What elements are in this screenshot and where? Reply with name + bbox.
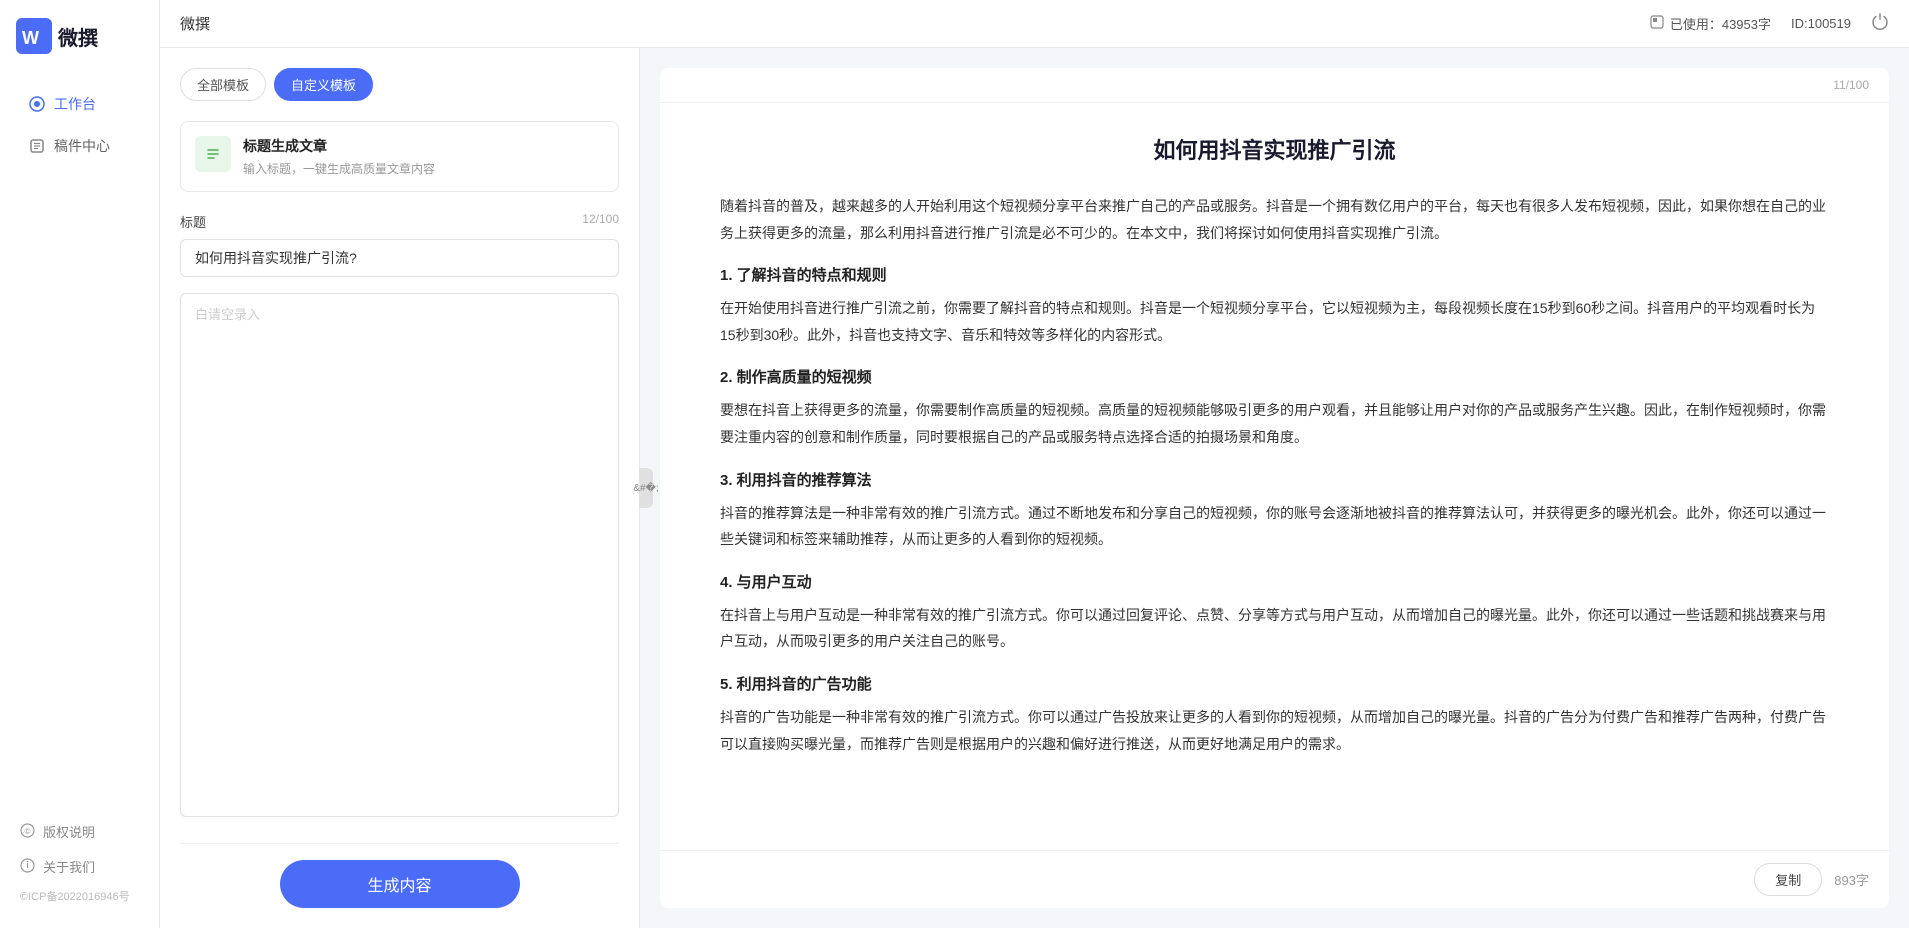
- page-indicator: 11/100: [1833, 78, 1869, 92]
- section-3-body: 抖音的推荐算法是一种非常有效的推广引流方式。通过不断地发布和分享自己的短视频，你…: [720, 500, 1829, 553]
- divider-line: [180, 843, 619, 844]
- usage-text: 已使用：43953字: [1670, 14, 1771, 33]
- header-title: 微撰: [180, 13, 210, 34]
- copy-button[interactable]: 复制: [1754, 863, 1822, 896]
- section-1-heading: 1. 了解抖音的特点和规则: [720, 264, 1829, 285]
- section-5-heading: 5. 利用抖音的广告功能: [720, 673, 1829, 694]
- sidebar: W 微撰 工作台 稿件中心: [0, 0, 160, 928]
- workbench-label: 工作台: [54, 94, 96, 114]
- usage-info: 已使用：43953字: [1650, 14, 1771, 33]
- right-panel: 11/100 如何用抖音实现推广引流 随着抖音的普及，越来越多的人开始利用这个短…: [640, 48, 1909, 928]
- collapse-handle[interactable]: &#�;: [639, 468, 653, 508]
- template-info: 标题生成文章 输入标题，一键生成高质量文章内容: [243, 136, 435, 177]
- about-item[interactable]: 关于我们: [0, 849, 159, 884]
- icp-text: ©ICP备2022016946号: [0, 884, 159, 908]
- svg-text:W: W: [22, 28, 39, 48]
- keywords-area[interactable]: 白请空录入: [180, 293, 619, 817]
- header-right: 已使用：43953字 ID:100519: [1650, 12, 1889, 35]
- usage-icon: [1650, 15, 1664, 32]
- title-char-count: 12/100: [582, 212, 619, 231]
- intro-text: 随着抖音的普及，越来越多的人开始利用这个短视频分享平台来推广自己的产品或服务。抖…: [720, 193, 1829, 246]
- logo-icon: W: [16, 18, 52, 54]
- template-tabs: 全部模板 自定义模板: [180, 68, 619, 101]
- sidebar-footer: © 版权说明 关于我们 ©ICP备2022016946号: [0, 804, 159, 928]
- logo-text: 微撰: [58, 22, 98, 51]
- template-icon: [195, 136, 231, 172]
- content-body[interactable]: 如何用抖音实现推广引流 随着抖音的普及，越来越多的人开始利用这个短视频分享平台来…: [660, 103, 1889, 850]
- section-2-heading: 2. 制作高质量的短视频: [720, 366, 1829, 387]
- drafts-icon: [28, 137, 46, 155]
- sidebar-nav: 工作台 稿件中心: [0, 72, 159, 804]
- template-name: 标题生成文章: [243, 136, 435, 156]
- top-header: 微撰 已使用：43953字 ID:100519: [160, 0, 1909, 48]
- copyright-icon: ©: [20, 823, 35, 841]
- sidebar-item-drafts[interactable]: 稿件中心: [8, 126, 151, 166]
- main-area: 微撰 已使用：43953字 ID:100519: [160, 0, 1909, 928]
- content-area: 全部模板 自定义模板 标题生成文章 输入标题，一键生成高质量文章内容 标: [160, 48, 1909, 928]
- section-1-body: 在开始使用抖音进行推广引流之前，你需要了解抖音的特点和规则。抖音是一个短视频分享…: [720, 295, 1829, 348]
- title-field-label: 标题 12/100: [180, 212, 619, 231]
- workbench-icon: [28, 95, 46, 113]
- article-title: 如何用抖音实现推广引流: [720, 133, 1829, 165]
- tab-custom-templates[interactable]: 自定义模板: [274, 68, 373, 101]
- content-header: 11/100: [660, 68, 1889, 103]
- copyright-item[interactable]: © 版权说明: [0, 814, 159, 849]
- about-icon: [20, 858, 35, 876]
- power-icon[interactable]: [1871, 12, 1889, 35]
- title-input[interactable]: [180, 239, 619, 277]
- section-2-body: 要想在抖音上获得更多的流量，你需要制作高质量的短视频。高质量的短视频能够吸引更多…: [720, 397, 1829, 450]
- id-info: ID:100519: [1791, 16, 1851, 31]
- left-panel: 全部模板 自定义模板 标题生成文章 输入标题，一键生成高质量文章内容 标: [160, 48, 640, 928]
- section-4-body: 在抖音上与用户互动是一种非常有效的推广引流方式。你可以通过回复评论、点赞、分享等…: [720, 602, 1829, 655]
- content-footer: 复制 893字: [660, 850, 1889, 908]
- copyright-label: 版权说明: [43, 822, 95, 841]
- template-desc: 输入标题，一键生成高质量文章内容: [243, 160, 435, 177]
- generate-button[interactable]: 生成内容: [280, 860, 520, 908]
- section-5-body: 抖音的广告功能是一种非常有效的推广引流方式。你可以通过广告投放来让更多的人看到你…: [720, 704, 1829, 757]
- template-card[interactable]: 标题生成文章 输入标题，一键生成高质量文章内容: [180, 121, 619, 192]
- logo-area: W 微撰: [0, 0, 159, 72]
- content-card: 11/100 如何用抖音实现推广引流 随着抖音的普及，越来越多的人开始利用这个短…: [660, 68, 1889, 908]
- about-label: 关于我们: [43, 857, 95, 876]
- section-3-heading: 3. 利用抖音的推荐算法: [720, 469, 1829, 490]
- word-count: 893字: [1834, 870, 1869, 889]
- keywords-placeholder: 白请空录入: [195, 307, 260, 322]
- section-4-heading: 4. 与用户互动: [720, 571, 1829, 592]
- drafts-label: 稿件中心: [54, 136, 110, 156]
- tab-all-templates[interactable]: 全部模板: [180, 68, 266, 101]
- sidebar-item-workbench[interactable]: 工作台: [8, 84, 151, 124]
- svg-text:©: ©: [25, 827, 31, 836]
